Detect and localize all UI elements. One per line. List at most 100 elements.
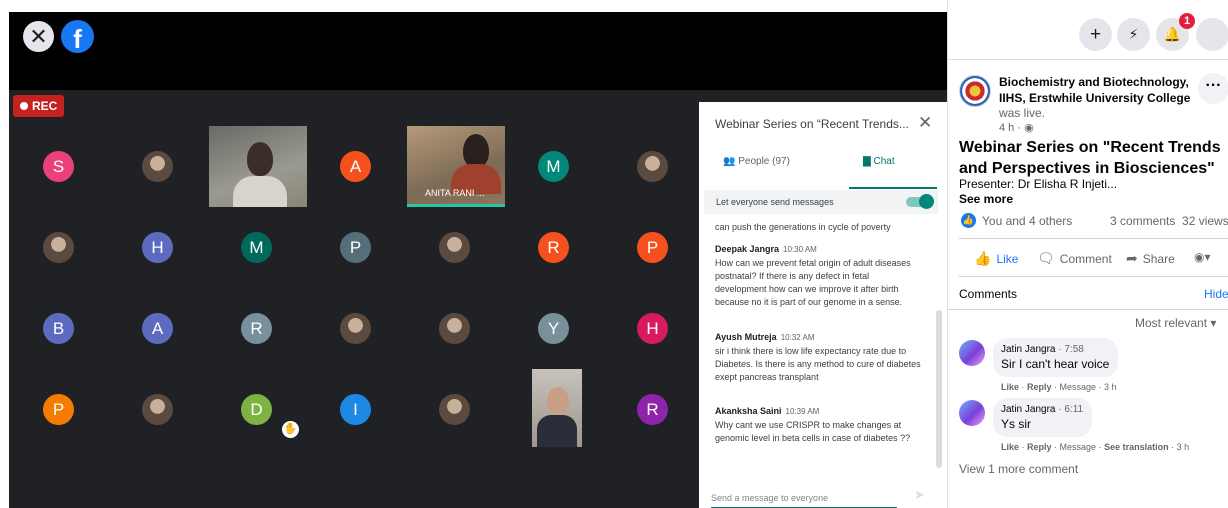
participant-avatar: R [241,313,272,344]
participant-photo [142,394,173,425]
participant-tile[interactable]: M [504,126,603,207]
meeting-screen: REC S A ANITA RANI ... M H M P R P B A R Y H P D ✋ I R Web… [9,90,947,508]
close-video-button[interactable]: ✕ [23,21,54,52]
people-icon: 👥 [723,156,736,167]
close-chat-icon[interactable]: ✕ [918,113,932,133]
participant-tile[interactable]: S [9,126,108,207]
commenter-avatar[interactable] [959,340,985,366]
page-avatar[interactable] [959,75,991,107]
participant-tile[interactable] [603,126,702,207]
participant-tile[interactable]: P [603,207,702,288]
divider [959,276,1228,277]
participant-tile[interactable]: H [603,288,702,369]
chat-scrollbar[interactable] [936,310,942,468]
commenter-avatar[interactable] [959,400,985,426]
comment-sort-dropdown[interactable]: Most relevant ▾ [1135,316,1216,330]
participant-tile[interactable]: M [207,207,306,288]
send-messages-setting: Let everyone send messages [704,190,938,214]
comment-button[interactable]: 🗨 Comment [1037,250,1112,267]
participant-tile[interactable]: A [306,126,405,207]
participant-video [532,369,582,447]
send-messages-toggle[interactable] [906,194,934,209]
chat-message-input[interactable]: Send a message to everyone [711,490,897,508]
video-player[interactable]: ✕ f REC S A ANITA RANI ... M H M P R P B A R Y H P D ✋ I R… [9,12,947,508]
comment-timestamp[interactable]: 6:11 [1064,404,1083,415]
comment-reply-link[interactable]: Reply [1027,382,1052,392]
hide-comments-button[interactable]: Hide [1204,287,1228,301]
participant-avatar: P [43,394,74,425]
participant-avatar: R [538,232,569,263]
commenter-name[interactable]: Jatin Jangra [1001,344,1055,355]
participant-tile[interactable]: H [108,207,207,288]
participant-tile[interactable] [405,207,504,288]
comment-actions: Like · Reply · Message · See translation… [1001,442,1190,452]
chat-message-list[interactable]: can push the generations in cycle of pov… [699,214,947,470]
facebook-logo[interactable]: f [61,20,94,53]
tab-chat[interactable]: ▇ Chat [863,156,895,167]
participant-avatar: M [241,232,272,263]
participant-avatar: P [340,232,371,263]
more-options-button[interactable]: ··· [1198,73,1228,104]
participant-avatar: I [340,394,371,425]
see-translation-link[interactable]: See translation [1104,442,1169,452]
divider [959,238,1228,239]
participant-tile[interactable]: ANITA RANI ... [405,126,505,207]
participant-tile[interactable]: P [306,207,405,288]
participant-tile[interactable]: R [207,288,306,369]
participant-tile[interactable]: A [108,288,207,369]
comments-heading: Comments [959,287,1018,301]
participant-tile[interactable] [207,126,307,207]
page-name[interactable]: Biochemistry and Biotechnology, IIHS, Er… [999,74,1195,106]
comment-like-link[interactable]: Like [1001,442,1019,452]
participant-tile[interactable]: R [603,369,702,450]
was-live-label: was live. [999,106,1046,120]
participant-tile[interactable]: B [9,288,108,369]
tab-people[interactable]: 👥 People (97) [723,156,790,167]
comment-like-link[interactable]: Like [1001,382,1019,392]
plus-icon: + [1089,24,1102,45]
messenger-button[interactable]: ⚡ [1117,18,1150,51]
participant-tile[interactable] [405,288,504,369]
participant-avatar: H [637,313,668,344]
chat-message: Ayush Mutreja 10:32 AM sir i think there i… [715,332,921,384]
participant-avatar: S [43,151,74,182]
participant-avatar: D [241,394,272,425]
chat-sender: Ayush Mutreja 10:32 AM [715,332,815,342]
comment-timestamp[interactable]: 7:58 [1064,344,1083,355]
participant-tile[interactable] [306,288,405,369]
participant-tile[interactable] [504,369,603,450]
participant-tile[interactable] [108,369,207,450]
close-icon: ✕ [29,24,48,49]
account-avatar[interactable] [1196,18,1228,51]
participant-tile[interactable]: R [504,207,603,288]
participant-tile[interactable]: D ✋ [207,369,306,450]
create-button[interactable]: + [1079,18,1112,51]
post-counts: 3 comments 32 views [1110,214,1228,228]
like-button[interactable]: 👍 Like [974,250,1018,267]
chat-message: Deepak Jangra 10:30 AM How can we prevent … [715,244,921,309]
like-reaction-icon[interactable]: 👍 [961,213,976,228]
reactions-summary[interactable]: You and 4 others [982,214,1072,228]
commenter-name[interactable]: Jatin Jangra [1001,404,1055,415]
send-icon[interactable]: ➤ [914,487,925,503]
participant-avatar: A [142,313,173,344]
comment-reply-link[interactable]: Reply [1027,442,1052,452]
comment-text: Sir I can't hear voice [1001,357,1110,371]
participant-avatar: A [340,151,371,182]
participant-tile[interactable]: Y [504,288,603,369]
participant-tile[interactable]: P [9,369,108,450]
reaction-selector[interactable]: ◉▾ [1194,250,1211,264]
participant-tile[interactable] [9,207,108,288]
chat-text: sir i think there is low life expectancy… [715,346,921,382]
view-more-comments-link[interactable]: View 1 more comment [959,462,1078,476]
share-button[interactable]: ➦ Share [1126,250,1175,267]
participant-photo [439,313,470,344]
comments-count[interactable]: 3 comments [1110,214,1175,228]
participant-tile[interactable]: I [306,369,405,450]
views-count: 32 views [1182,214,1228,228]
see-more-link[interactable]: See more [959,192,1013,206]
participant-tile[interactable] [405,369,504,450]
post-time[interactable]: 4 h · ◉ [999,121,1034,134]
participant-tile[interactable] [108,126,207,207]
participant-avatar: R [637,394,668,425]
